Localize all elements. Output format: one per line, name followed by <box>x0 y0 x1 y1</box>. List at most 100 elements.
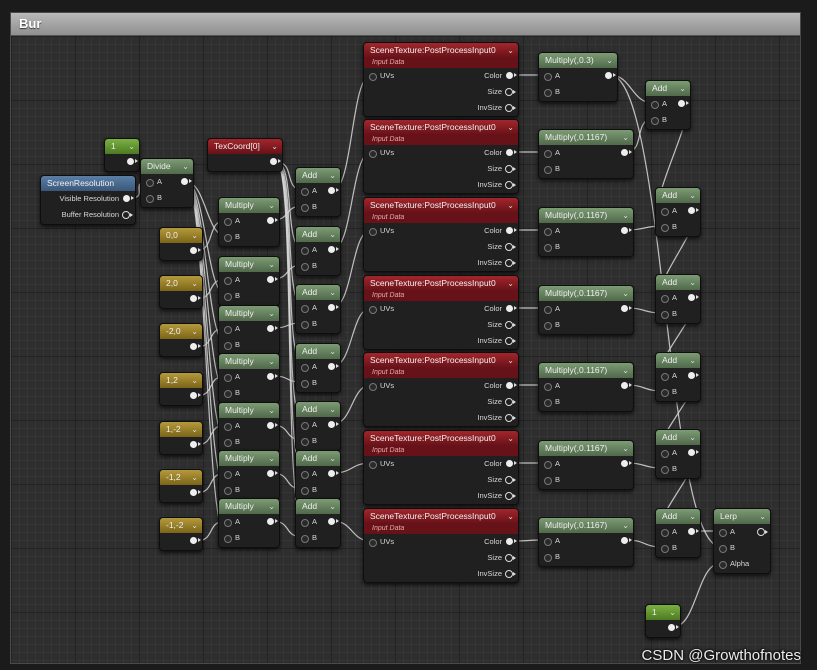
input-pin-icon[interactable] <box>224 293 232 301</box>
chevron-down-icon[interactable]: ⌄ <box>622 208 629 223</box>
input-pin-icon[interactable] <box>301 364 309 372</box>
multiply-weight-node[interactable]: Multiply(,0.1167) ⌄ A B <box>538 517 634 567</box>
output-pin-icon[interactable] <box>328 518 339 525</box>
output-pin-icon[interactable] <box>267 276 278 283</box>
input-pin-icon[interactable] <box>369 228 377 236</box>
multiply-node[interactable]: Multiply ⌄ A B <box>218 305 280 355</box>
input-pin-icon[interactable] <box>224 326 232 334</box>
add-node[interactable]: Add ⌄ A B <box>295 498 341 548</box>
input-pin-icon[interactable] <box>661 311 669 319</box>
output-pin-icon[interactable] <box>328 470 339 477</box>
input-pin-icon[interactable] <box>301 380 309 388</box>
input-pin-icon[interactable] <box>224 277 232 285</box>
input-pin-icon[interactable] <box>301 438 309 446</box>
output-pin-icon[interactable] <box>621 149 632 156</box>
input-pin-icon[interactable] <box>369 150 377 158</box>
chevron-down-icon[interactable]: ⌄ <box>182 159 189 174</box>
output-pin-icon[interactable] <box>506 227 517 234</box>
input-pin-icon[interactable] <box>301 321 309 329</box>
output-pin-icon[interactable] <box>505 492 516 500</box>
chevron-down-icon[interactable]: ⌄ <box>268 198 275 213</box>
input-pin-icon[interactable] <box>369 461 377 469</box>
input-pin-icon[interactable] <box>719 529 727 537</box>
input-pin-icon[interactable] <box>301 305 309 313</box>
chevron-down-icon[interactable]: ⌄ <box>507 431 514 446</box>
input-pin-icon[interactable] <box>661 545 669 553</box>
output-pin-icon[interactable] <box>328 304 339 311</box>
output-pin-icon[interactable] <box>506 149 517 156</box>
output-pin-icon[interactable] <box>688 207 699 214</box>
chevron-down-icon[interactable]: ⌄ <box>689 275 696 290</box>
output-pin-icon[interactable] <box>328 421 339 428</box>
chevron-down-icon[interactable]: ⌄ <box>128 139 135 154</box>
chevron-down-icon[interactable]: ⌄ <box>191 470 198 485</box>
input-pin-icon[interactable] <box>224 218 232 226</box>
output-pin-icon[interactable] <box>267 470 278 477</box>
chevron-down-icon[interactable]: ⌄ <box>329 344 336 359</box>
input-pin-icon[interactable] <box>651 101 659 109</box>
input-pin-icon[interactable] <box>544 89 552 97</box>
chevron-down-icon[interactable]: ⌄ <box>191 422 198 437</box>
output-pin-icon[interactable] <box>621 305 632 312</box>
output-pin-icon[interactable] <box>505 476 516 484</box>
input-pin-icon[interactable] <box>301 263 309 271</box>
output-pin-icon[interactable] <box>621 382 632 389</box>
add-node[interactable]: Add ⌄ A B <box>295 226 341 276</box>
output-pin-icon[interactable] <box>267 373 278 380</box>
scene-texture-node[interactable]: SceneTexture:PostProcessInput0 ⌄ Input Da… <box>363 197 519 272</box>
output-pin-icon[interactable] <box>505 570 516 578</box>
chevron-down-icon[interactable]: ⌄ <box>268 354 275 369</box>
multiply-weight-node[interactable]: Multiply(,0.3) ⌄ A B <box>538 52 618 102</box>
add-node[interactable]: Add ⌄ A B <box>295 284 341 334</box>
add-node[interactable]: Add ⌄ A B <box>295 450 341 500</box>
output-pin-icon[interactable] <box>505 337 516 345</box>
output-pin-icon[interactable] <box>190 489 201 496</box>
output-pin-icon[interactable] <box>267 518 278 525</box>
output-pin-icon[interactable] <box>678 100 689 107</box>
input-pin-icon[interactable] <box>369 383 377 391</box>
chevron-down-icon[interactable]: ⌄ <box>622 441 629 456</box>
chevron-down-icon[interactable]: ⌄ <box>329 402 336 417</box>
chevron-down-icon[interactable]: ⌄ <box>329 168 336 183</box>
scene-texture-node[interactable]: SceneTexture:PostProcessInput0 ⌄ Input Da… <box>363 430 519 505</box>
output-pin-icon[interactable] <box>328 187 339 194</box>
multiply-node[interactable]: Multiply ⌄ A B <box>218 256 280 306</box>
input-pin-icon[interactable] <box>661 373 669 381</box>
input-pin-icon[interactable] <box>224 471 232 479</box>
input-pin-icon[interactable] <box>544 322 552 330</box>
input-pin-icon[interactable] <box>224 423 232 431</box>
input-pin-icon[interactable] <box>301 535 309 543</box>
input-pin-icon[interactable] <box>719 561 727 569</box>
chevron-down-icon[interactable]: ⌄ <box>622 363 629 378</box>
vector-constant-neg2-0-node[interactable]: -2,0 ⌄ <box>159 323 203 357</box>
screen-resolution-node[interactable]: ScreenResolution Visible Resolution Buff… <box>40 175 136 225</box>
input-pin-icon[interactable] <box>301 519 309 527</box>
chevron-down-icon[interactable]: ⌄ <box>329 227 336 242</box>
output-pin-icon[interactable] <box>190 441 201 448</box>
chevron-down-icon[interactable]: ⌄ <box>191 373 198 388</box>
chevron-down-icon[interactable]: ⌄ <box>689 509 696 524</box>
output-pin-icon[interactable] <box>505 321 516 329</box>
multiply-node[interactable]: Multiply ⌄ A B <box>218 450 280 500</box>
output-pin-icon[interactable] <box>181 178 192 185</box>
chevron-down-icon[interactable]: ⌄ <box>689 353 696 368</box>
input-pin-icon[interactable] <box>544 383 552 391</box>
chevron-down-icon[interactable]: ⌄ <box>507 509 514 524</box>
chevron-down-icon[interactable]: ⌄ <box>268 306 275 321</box>
add-node[interactable]: Add ⌄ A B <box>655 274 701 324</box>
chevron-down-icon[interactable]: ⌄ <box>689 188 696 203</box>
multiply-weight-node[interactable]: Multiply(,0.1167) ⌄ A B <box>538 440 634 490</box>
output-pin-icon[interactable] <box>506 72 517 79</box>
chevron-down-icon[interactable]: ⌄ <box>191 276 198 291</box>
vector-constant-1-neg2-node[interactable]: 1,-2 ⌄ <box>159 421 203 455</box>
input-pin-icon[interactable] <box>224 234 232 242</box>
scene-texture-node[interactable]: SceneTexture:PostProcessInput0 ⌄ Input Da… <box>363 508 519 583</box>
output-pin-icon[interactable] <box>506 305 517 312</box>
input-pin-icon[interactable] <box>301 422 309 430</box>
input-pin-icon[interactable] <box>544 554 552 562</box>
chevron-down-icon[interactable]: ⌄ <box>191 228 198 243</box>
output-pin-icon[interactable] <box>621 460 632 467</box>
multiply-weight-node[interactable]: Multiply(,0.1167) ⌄ A B <box>538 207 634 257</box>
chevron-down-icon[interactable]: ⌄ <box>507 198 514 213</box>
input-pin-icon[interactable] <box>301 471 309 479</box>
